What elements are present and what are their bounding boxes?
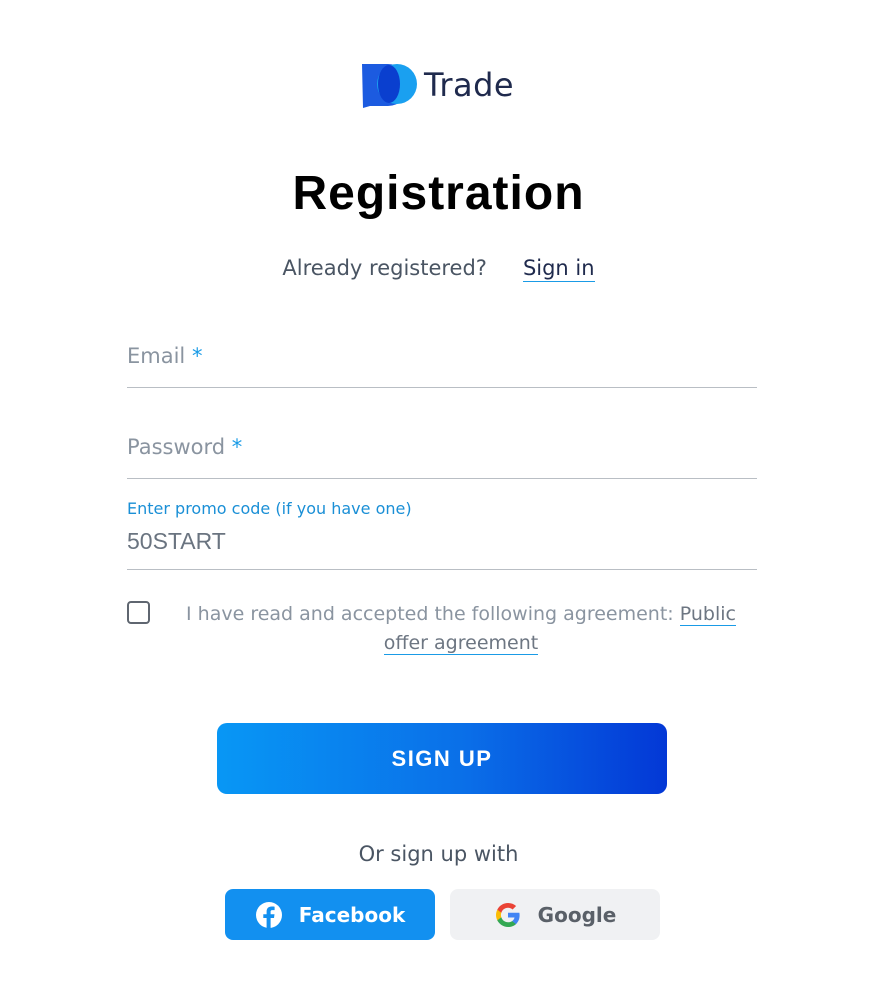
facebook-icon [255, 901, 282, 928]
google-icon [495, 902, 520, 927]
agreement-row: I have read and accepted the following a… [127, 600, 757, 658]
email-input[interactable] [127, 355, 757, 381]
agreement-checkbox[interactable] [127, 601, 150, 624]
promo-code-field[interactable]: Enter promo code (if you have one) [127, 497, 757, 570]
agreement-label: I have read and accepted the following a… [186, 603, 736, 655]
signin-prompt-text: Already registered? [282, 256, 487, 280]
sign-in-link[interactable]: Sign in [522, 256, 595, 282]
password-field[interactable]: Password * [127, 420, 757, 479]
facebook-button[interactable]: Facebook [225, 889, 435, 940]
registration-page: Trade Registration Already registered? S… [0, 0, 877, 981]
google-button[interactable]: Google [450, 889, 660, 940]
email-field[interactable]: Email * [127, 330, 757, 388]
brand-logo[interactable]: Trade [362, 62, 514, 108]
password-input[interactable] [127, 446, 757, 472]
signin-prompt: Already registered? Sign in [0, 256, 877, 282]
facebook-label: Facebook [298, 902, 406, 927]
page-title: Registration [292, 167, 585, 220]
po-logo-icon [362, 64, 417, 108]
brand-name: Trade [424, 66, 515, 104]
promo-code-label: Enter promo code (if you have one) [127, 499, 412, 518]
social-prompt: Or sign up with [358, 842, 519, 866]
sign-up-button[interactable]: SIGN UP [217, 723, 667, 794]
google-label: Google [537, 902, 617, 927]
promo-code-input[interactable] [127, 528, 757, 555]
